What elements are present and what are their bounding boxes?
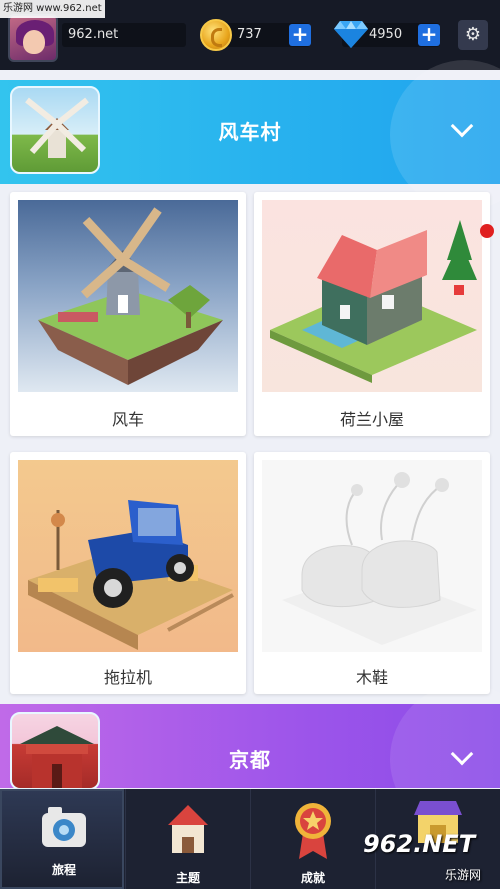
watermark-main: 962.NET <box>363 830 476 858</box>
avatar[interactable] <box>8 14 58 62</box>
section-header-windmill-village[interactable]: 风车村 <box>0 60 500 210</box>
nav-tab-themes[interactable]: 主题 <box>125 789 249 889</box>
watermark-top: 乐游网 www.962.net <box>0 0 105 18</box>
settings-button[interactable]: ⚙ <box>458 20 488 50</box>
nav-label: 主题 <box>175 871 200 885</box>
card-label: 荷兰小屋 <box>339 410 404 429</box>
section-title: 京都 <box>229 748 271 772</box>
diamond-icon <box>334 21 368 48</box>
chevron-down-icon[interactable] <box>450 114 474 138</box>
card-label: 拖拉机 <box>103 668 152 687</box>
puzzle-card-windmill[interactable]: 风车 <box>10 192 246 436</box>
watermark-sub: 乐游网 <box>445 868 482 882</box>
card-label: 风车 <box>111 410 144 429</box>
windmill-artwork <box>18 200 238 392</box>
puzzle-card-tractor[interactable]: 拖拉机 <box>10 452 246 694</box>
wooden-shoes-artwork <box>262 460 482 652</box>
dutch-house-artwork <box>262 200 482 392</box>
puzzle-card-dutch-house[interactable]: 荷兰小屋 <box>254 192 490 436</box>
nav-tab-journey[interactable]: 旅程 <box>0 789 124 889</box>
add-gems-button[interactable]: + <box>418 24 440 46</box>
username: 962.net <box>62 23 186 47</box>
puzzle-card-wooden-shoes[interactable]: 木鞋 <box>254 452 490 694</box>
gear-icon: ⚙ <box>464 24 482 45</box>
medal-icon <box>295 803 331 859</box>
camera-icon <box>42 807 86 847</box>
section-title: 风车村 <box>218 120 282 144</box>
house-icon <box>168 805 208 853</box>
nav-label: 旅程 <box>51 863 76 877</box>
coin-icon <box>200 19 232 51</box>
tractor-artwork <box>18 460 238 652</box>
section-header-kyoto[interactable]: 京都 <box>0 684 500 834</box>
chevron-down-icon[interactable] <box>450 742 474 766</box>
watermark-bottom: 962.NET 乐游网 <box>355 830 495 885</box>
add-coins-button[interactable]: + <box>289 24 311 46</box>
notification-dot <box>480 224 494 238</box>
